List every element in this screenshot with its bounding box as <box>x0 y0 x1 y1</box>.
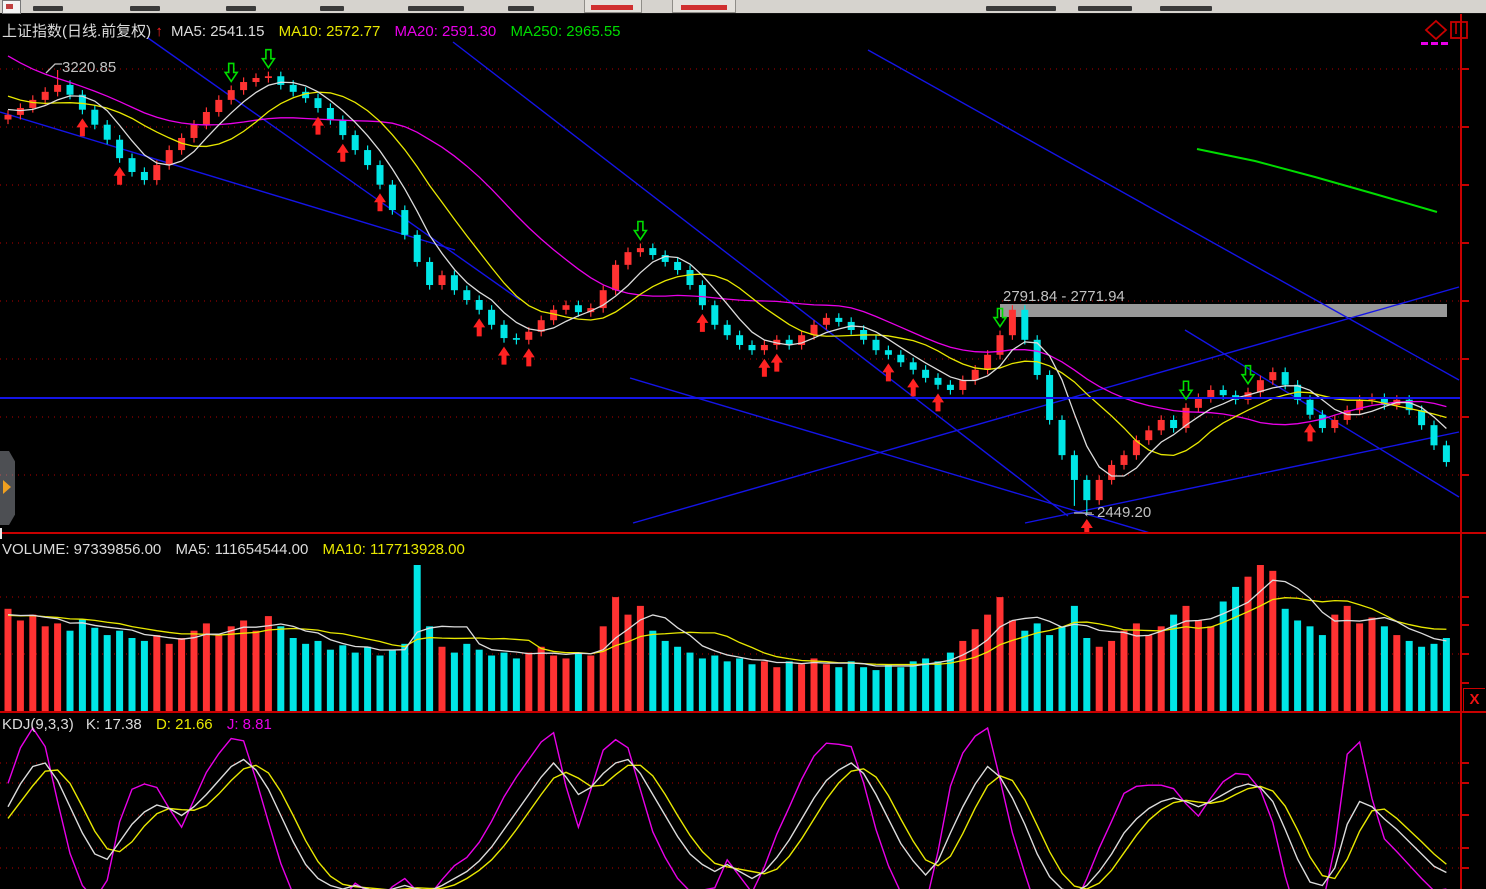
chart-canvas[interactable] <box>0 0 1486 889</box>
app-icon <box>2 0 21 14</box>
gap-band <box>1000 304 1447 317</box>
kdj-pane-header: KDJ(9,3,3) K: 17.38 D: 21.66 J: 8.81 <box>2 716 272 733</box>
menu-item-fragment <box>1078 6 1132 11</box>
magenta-dash-icon <box>1431 42 1438 45</box>
kdj-d-label: D: 21.66 <box>156 716 213 733</box>
volume-ma5-label: MA5: 111654544.00 <box>175 541 308 558</box>
kdj-label: KDJ(9,3,3) <box>2 716 74 733</box>
volume-value-label: VOLUME: 97339856.00 <box>2 541 161 558</box>
menu-item-fragment <box>320 6 344 11</box>
trend-up-arrow-icon: ↑ <box>155 23 163 40</box>
ma20-label: MA20: 2591.30 <box>395 23 497 40</box>
volume-pane-header: VOLUME: 97339856.00 MA5: 111654544.00 MA… <box>2 541 465 558</box>
kdj-j-label: J: 8.81 <box>227 716 272 733</box>
top-toolbar[interactable] <box>0 0 1486 14</box>
menu-item-fragment <box>130 6 160 11</box>
low-price-annotation: ←2449.20 <box>1082 504 1151 521</box>
toolbar-button[interactable] <box>672 0 736 13</box>
instrument-title: 上证指数(日线.前复权) <box>2 23 151 40</box>
volume-ma10-label: MA10: 117713928.00 <box>323 541 465 558</box>
menu-item-fragment <box>508 6 534 11</box>
expand-right-icon <box>3 480 11 494</box>
ma5-label: MA5: 2541.15 <box>171 23 264 40</box>
toolbar-button[interactable] <box>584 0 642 13</box>
ma10-label: MA10: 2572.77 <box>279 23 381 40</box>
main-chart-header: 上证指数(日线.前复权) ↑ MA5: 2541.15 MA10: 2572.7… <box>2 20 621 41</box>
menu-item-fragment <box>986 6 1056 11</box>
menu-item-fragment <box>226 6 256 11</box>
gap-range-annotation: 2791.84 - 2771.94 <box>1003 288 1125 305</box>
ma250-label: MA250: 2965.55 <box>510 23 620 40</box>
menu-item-fragment <box>1160 6 1212 11</box>
sidebar-expander-tab[interactable] <box>0 451 15 525</box>
pane-close-button[interactable]: X <box>1463 688 1485 712</box>
high-price-annotation: 3220.85 <box>62 59 116 76</box>
magenta-dash-icon <box>1441 42 1448 45</box>
kdj-k-label: K: 17.38 <box>86 716 142 733</box>
trading-app-window: 上证指数(日线.前复权) ↑ MA5: 2541.15 MA10: 2572.7… <box>0 0 1486 889</box>
menu-item-fragment <box>33 6 63 11</box>
menu-item-fragment <box>408 6 464 11</box>
magenta-dash-icon <box>1421 42 1428 45</box>
